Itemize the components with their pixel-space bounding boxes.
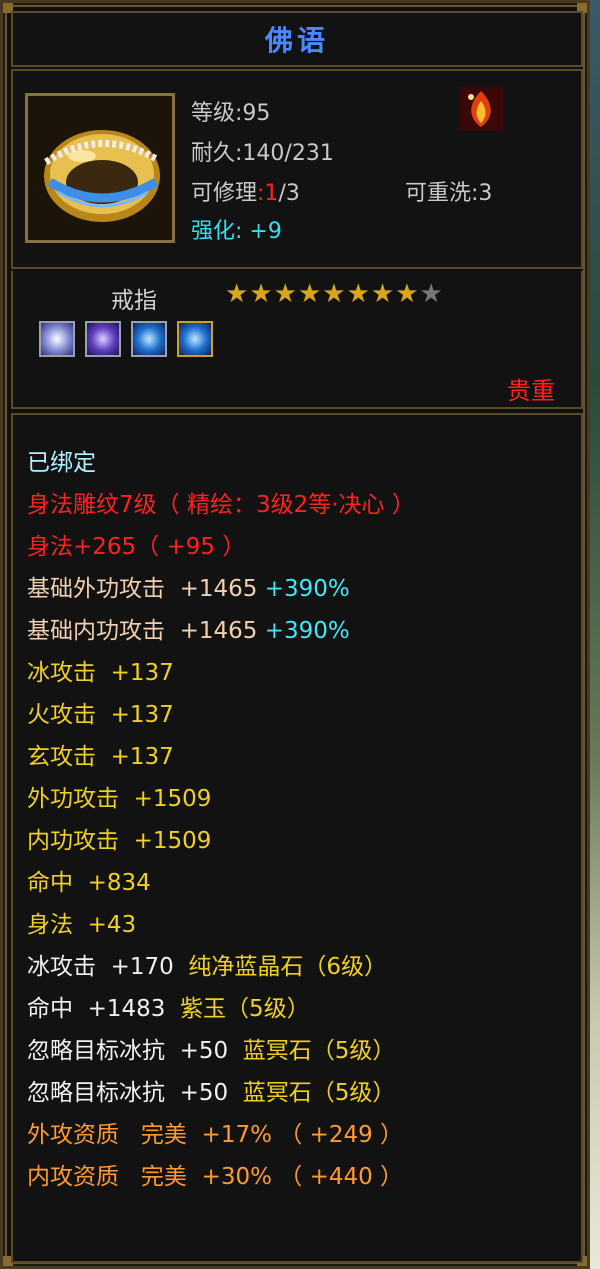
- attr-line: 内攻资质 完美 +30% （ +440 ）: [27, 1164, 404, 1190]
- enhance-stat: 强化: +9: [191, 219, 282, 244]
- gem-slot-icon[interactable]: [177, 321, 214, 357]
- star-icon: ★: [249, 279, 274, 309]
- item-header: 等级:95 耐久:140/231 可修理:1/3 可重洗:3 强化: +9: [11, 69, 583, 269]
- attr-line: 冰攻击 +137: [27, 660, 174, 686]
- attr-line: 外攻资质 完美 +17% （ +249 ）: [27, 1122, 404, 1148]
- ring-icon: [28, 96, 172, 240]
- item-title: 佛语: [264, 24, 329, 57]
- attr-line: 忽略目标冰抗 +50 蓝冥石（5级）: [27, 1038, 396, 1064]
- attr-line: 外功攻击 +1509: [27, 786, 212, 812]
- star-icon: ★: [273, 279, 298, 309]
- attr-line: 基础外功攻击 +1465 +390%: [27, 576, 350, 602]
- rewash-stat: 可重洗:3: [405, 181, 493, 206]
- item-type-section: 戒指 ★★★★★★★★★ 贵重: [11, 271, 583, 409]
- star-icon: ★: [297, 279, 323, 309]
- star-empty-icon: ★: [419, 279, 444, 309]
- star-icon: ★: [225, 279, 250, 309]
- gem-slot-icon[interactable]: [131, 321, 168, 357]
- repair-stat: 可修理:1/3: [191, 181, 300, 206]
- star-icon: ★: [395, 279, 420, 309]
- gem-slots: [39, 321, 218, 361]
- attributes-list: 已绑定 身法雕纹7级（ 精绘：3级2等·决心 ） 身法+265（ +95 ） 基…: [11, 413, 583, 1263]
- level-stat: 等级:95: [191, 101, 271, 126]
- attr-line: 身法+265（ +95 ）: [27, 534, 246, 560]
- title-bar: 佛语: [11, 11, 583, 67]
- attr-line: 忽略目标冰抗 +50 蓝冥石（5级）: [27, 1080, 396, 1106]
- item-tooltip-panel: 佛语 等级:95 耐久:140/231 可修理:1/3 可重洗:3 强化: +9: [0, 0, 590, 1269]
- attr-line: 命中 +1483 紫玉（5级）: [27, 996, 310, 1022]
- star-icon: ★: [322, 279, 347, 309]
- star-icon: ★: [370, 279, 396, 309]
- attr-line: 身法雕纹7级（ 精绘：3级2等·决心 ）: [27, 492, 415, 518]
- durability-stat: 耐久:140/231: [191, 141, 334, 166]
- attr-line: 身法 +43: [27, 912, 137, 938]
- attr-line: 内功攻击 +1509: [27, 828, 212, 854]
- attr-line: 冰攻击 +170 纯净蓝晶石（6级）: [27, 954, 388, 980]
- attr-line: 已绑定: [27, 450, 96, 476]
- attr-line: 命中 +834: [27, 870, 151, 896]
- item-type-label: 戒指: [111, 288, 157, 314]
- attr-line: 基础内功攻击 +1465 +390%: [27, 618, 350, 644]
- gem-slot-icon[interactable]: [39, 321, 75, 357]
- flame-badge-icon: [459, 87, 503, 131]
- star-rating: ★★★★★★★★★: [225, 279, 444, 309]
- precious-label: 贵重: [507, 377, 555, 405]
- attr-line: 火攻击 +137: [27, 702, 174, 728]
- attr-line: 玄攻击 +137: [27, 744, 174, 770]
- gem-slot-icon[interactable]: [85, 321, 122, 357]
- star-icon: ★: [346, 279, 371, 309]
- item-icon-frame[interactable]: [25, 93, 175, 243]
